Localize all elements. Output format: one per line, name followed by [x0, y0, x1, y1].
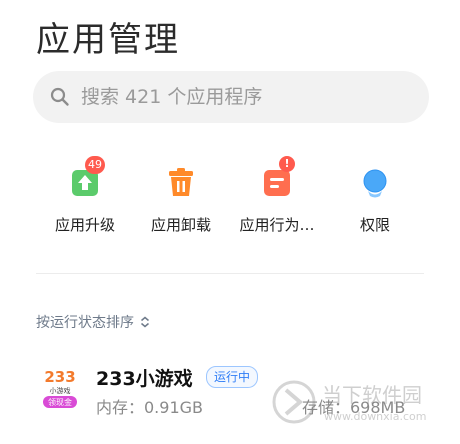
behavior-icon: ! — [257, 156, 297, 200]
memory-usage: 内存：0.91GB — [96, 398, 204, 417]
svg-text:当下软件园: 当下软件园 — [322, 383, 422, 407]
sort-label: 按运行状态排序 — [36, 315, 134, 331]
app-upgrade-button[interactable]: 49 应用升级 — [35, 156, 135, 235]
upgrade-count-badge: 49 — [85, 156, 105, 174]
trash-icon — [161, 160, 201, 200]
search-icon — [50, 87, 69, 106]
search-bar[interactable] — [33, 71, 429, 123]
action-label: 权限 — [359, 216, 390, 234]
page-title: 应用管理 — [36, 20, 180, 60]
upgrade-icon: 49 — [65, 156, 105, 200]
watermark-logo: 当下软件园 www.downxia.com — [272, 380, 426, 424]
app-uninstall-button[interactable]: 应用卸载 — [131, 160, 231, 235]
action-label: 应用行为… — [239, 216, 315, 234]
permission-icon — [355, 160, 395, 200]
svg-text:领现金: 领现金 — [48, 397, 72, 407]
app-name: 233小游戏 — [96, 368, 193, 390]
sort-toggle[interactable]: 按运行状态排序 — [36, 312, 150, 332]
status-badge: 运行中 — [206, 366, 259, 388]
divider — [36, 273, 424, 274]
sort-toggle-icon — [141, 316, 149, 328]
action-label: 应用卸载 — [150, 216, 211, 234]
quick-actions: 49 应用升级 应用卸载 ! 应用行为… 权限 — [0, 156, 460, 260]
app-behavior-button[interactable]: ! 应用行为… — [227, 156, 327, 235]
search-input[interactable] — [81, 86, 401, 108]
alert-badge: ! — [279, 156, 295, 172]
svg-text:小游戏: 小游戏 — [50, 386, 71, 395]
app-icon-233: 233 小游戏 领现金 — [36, 364, 84, 412]
permission-button[interactable]: 权限 — [325, 160, 425, 235]
svg-text:233: 233 — [44, 368, 75, 386]
action-label: 应用升级 — [54, 216, 115, 234]
svg-text:www.downxia.com: www.downxia.com — [324, 410, 426, 423]
